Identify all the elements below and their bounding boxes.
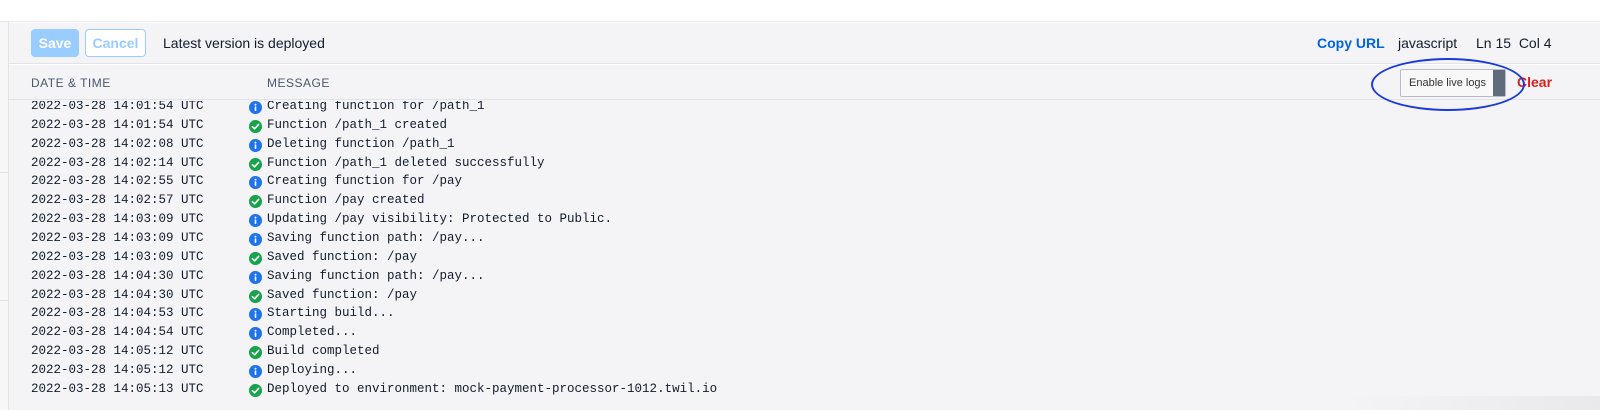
clear-logs-link[interactable]: Clear xyxy=(1517,74,1552,90)
log-timestamp: 2022-03-28 14:04:54 UTC xyxy=(31,325,204,340)
check-circle-icon xyxy=(249,119,262,133)
info-icon xyxy=(249,327,262,341)
toggle-knob xyxy=(1493,70,1505,96)
log-timestamp: 2022-03-28 14:01:54 UTC xyxy=(31,117,204,132)
log-message: Updating /pay visibility: Protected to P… xyxy=(267,212,613,227)
check-circle-icon xyxy=(249,157,262,171)
log-row: 2022-03-28 14:01:54 UTC Function /path_1 … xyxy=(9,117,1600,136)
log-message: Creating function for /path_1 xyxy=(267,101,485,113)
top-strip xyxy=(0,0,1600,22)
log-timestamp: 2022-03-28 14:04:53 UTC xyxy=(31,306,204,321)
log-row: 2022-03-28 14:03:09 UTC Updating /pay vis… xyxy=(9,211,1600,230)
info-icon xyxy=(249,138,262,152)
save-button[interactable]: Save xyxy=(31,29,79,57)
info-icon xyxy=(249,308,262,322)
log-list: 2022-03-28 14:01:54 UTC Creating function… xyxy=(9,101,1600,401)
cursor-position: Ln 15 Col 4 xyxy=(1476,35,1552,51)
log-row: 2022-03-28 14:04:30 UTC Saving function p… xyxy=(9,268,1600,287)
gutter-divider xyxy=(0,172,9,173)
info-icon xyxy=(249,232,262,246)
column-header-message: MESSAGE xyxy=(267,76,330,90)
copy-url-link[interactable]: Copy URL xyxy=(1317,35,1385,51)
log-row: 2022-03-28 14:01:54 UTC Creating function… xyxy=(9,101,1600,117)
info-icon xyxy=(249,176,262,190)
column-header-date-time: DATE & TIME xyxy=(31,76,111,90)
info-icon xyxy=(249,270,262,284)
log-message: Function /path_1 created xyxy=(267,117,448,132)
log-message: Deploying... xyxy=(267,362,358,377)
info-icon xyxy=(249,101,262,114)
log-row: 2022-03-28 14:03:09 UTC Saved function: /… xyxy=(9,249,1600,268)
log-message: Saved function: /pay xyxy=(267,249,418,264)
log-row: 2022-03-28 14:04:30 UTC Saved function: /… xyxy=(9,287,1600,306)
check-circle-icon xyxy=(249,346,262,360)
info-icon xyxy=(249,364,262,378)
log-row: 2022-03-28 14:02:08 UTC Deleting function… xyxy=(9,136,1600,155)
log-timestamp: 2022-03-28 14:04:30 UTC xyxy=(31,287,204,302)
log-row: 2022-03-28 14:04:53 UTC Starting build... xyxy=(9,305,1600,324)
log-row: 2022-03-28 14:03:09 UTC Saving function p… xyxy=(9,230,1600,249)
check-circle-icon xyxy=(249,251,262,265)
log-message: Deployed to environment: mock-payment-pr… xyxy=(267,381,718,396)
log-row: 2022-03-28 14:02:57 UTC Function /pay cre… xyxy=(9,192,1600,211)
check-circle-icon xyxy=(249,289,262,303)
log-row: 2022-03-28 14:02:55 UTC Creating function… xyxy=(9,173,1600,192)
cancel-button[interactable]: Cancel xyxy=(85,29,146,57)
log-timestamp: 2022-03-28 14:03:09 UTC xyxy=(31,230,204,245)
log-message: Saving function path: /pay... xyxy=(267,268,485,283)
log-row: 2022-03-28 14:02:14 UTC Function /path_1 … xyxy=(9,155,1600,174)
enable-live-logs-label: Enable live logs xyxy=(1409,77,1487,89)
log-message: Saving function path: /pay... xyxy=(267,230,485,245)
log-timestamp: 2022-03-28 14:03:09 UTC xyxy=(31,212,204,227)
log-row: 2022-03-28 14:04:54 UTC Completed... xyxy=(9,324,1600,343)
log-row: 2022-03-28 14:05:12 UTC Build completed xyxy=(9,343,1600,362)
log-timestamp: 2022-03-28 14:02:08 UTC xyxy=(31,136,204,151)
log-timestamp: 2022-03-28 14:05:13 UTC xyxy=(31,381,204,396)
log-timestamp: 2022-03-28 14:02:57 UTC xyxy=(31,193,204,208)
log-timestamp: 2022-03-28 14:03:09 UTC xyxy=(31,249,204,264)
log-message: Completed... xyxy=(267,325,358,340)
log-message: Build completed xyxy=(267,344,380,359)
log-timestamp: 2022-03-28 14:02:14 UTC xyxy=(31,155,204,170)
log-timestamp: 2022-03-28 14:02:55 UTC xyxy=(31,174,204,189)
log-message: Function /path_1 deleted successfully xyxy=(267,155,545,170)
bottom-edge-shadow xyxy=(1340,396,1600,410)
console-header: DATE & TIME MESSAGE Enable live logs Cle… xyxy=(9,58,1600,111)
deploy-status-text: Latest version is deployed xyxy=(163,35,325,51)
log-message: Starting build... xyxy=(267,306,395,321)
log-console: DATE & TIME MESSAGE Enable live logs Cle… xyxy=(9,58,1600,410)
log-message: Creating function for /pay xyxy=(267,174,463,189)
log-timestamp: 2022-03-28 14:04:30 UTC xyxy=(31,268,204,283)
log-timestamp: 2022-03-28 14:05:12 UTC xyxy=(31,362,204,377)
language-indicator[interactable]: javascript xyxy=(1398,35,1457,51)
log-message: Saved function: /pay xyxy=(267,287,418,302)
editor-toolbar: Save Cancel Latest version is deployed C… xyxy=(9,23,1600,64)
gutter-divider xyxy=(0,300,9,301)
check-circle-icon xyxy=(249,383,262,397)
left-gutter xyxy=(0,22,9,410)
log-timestamp: 2022-03-28 14:01:54 UTC xyxy=(31,101,204,113)
enable-live-logs-toggle[interactable]: Enable live logs xyxy=(1400,69,1506,97)
info-icon xyxy=(249,214,262,228)
log-timestamp: 2022-03-28 14:05:12 UTC xyxy=(31,344,204,359)
log-message: Function /pay created xyxy=(267,193,425,208)
log-message: Deleting function /path_1 xyxy=(267,136,455,151)
check-circle-icon xyxy=(249,195,262,209)
log-row: 2022-03-28 14:05:12 UTC Deploying... xyxy=(9,362,1600,381)
